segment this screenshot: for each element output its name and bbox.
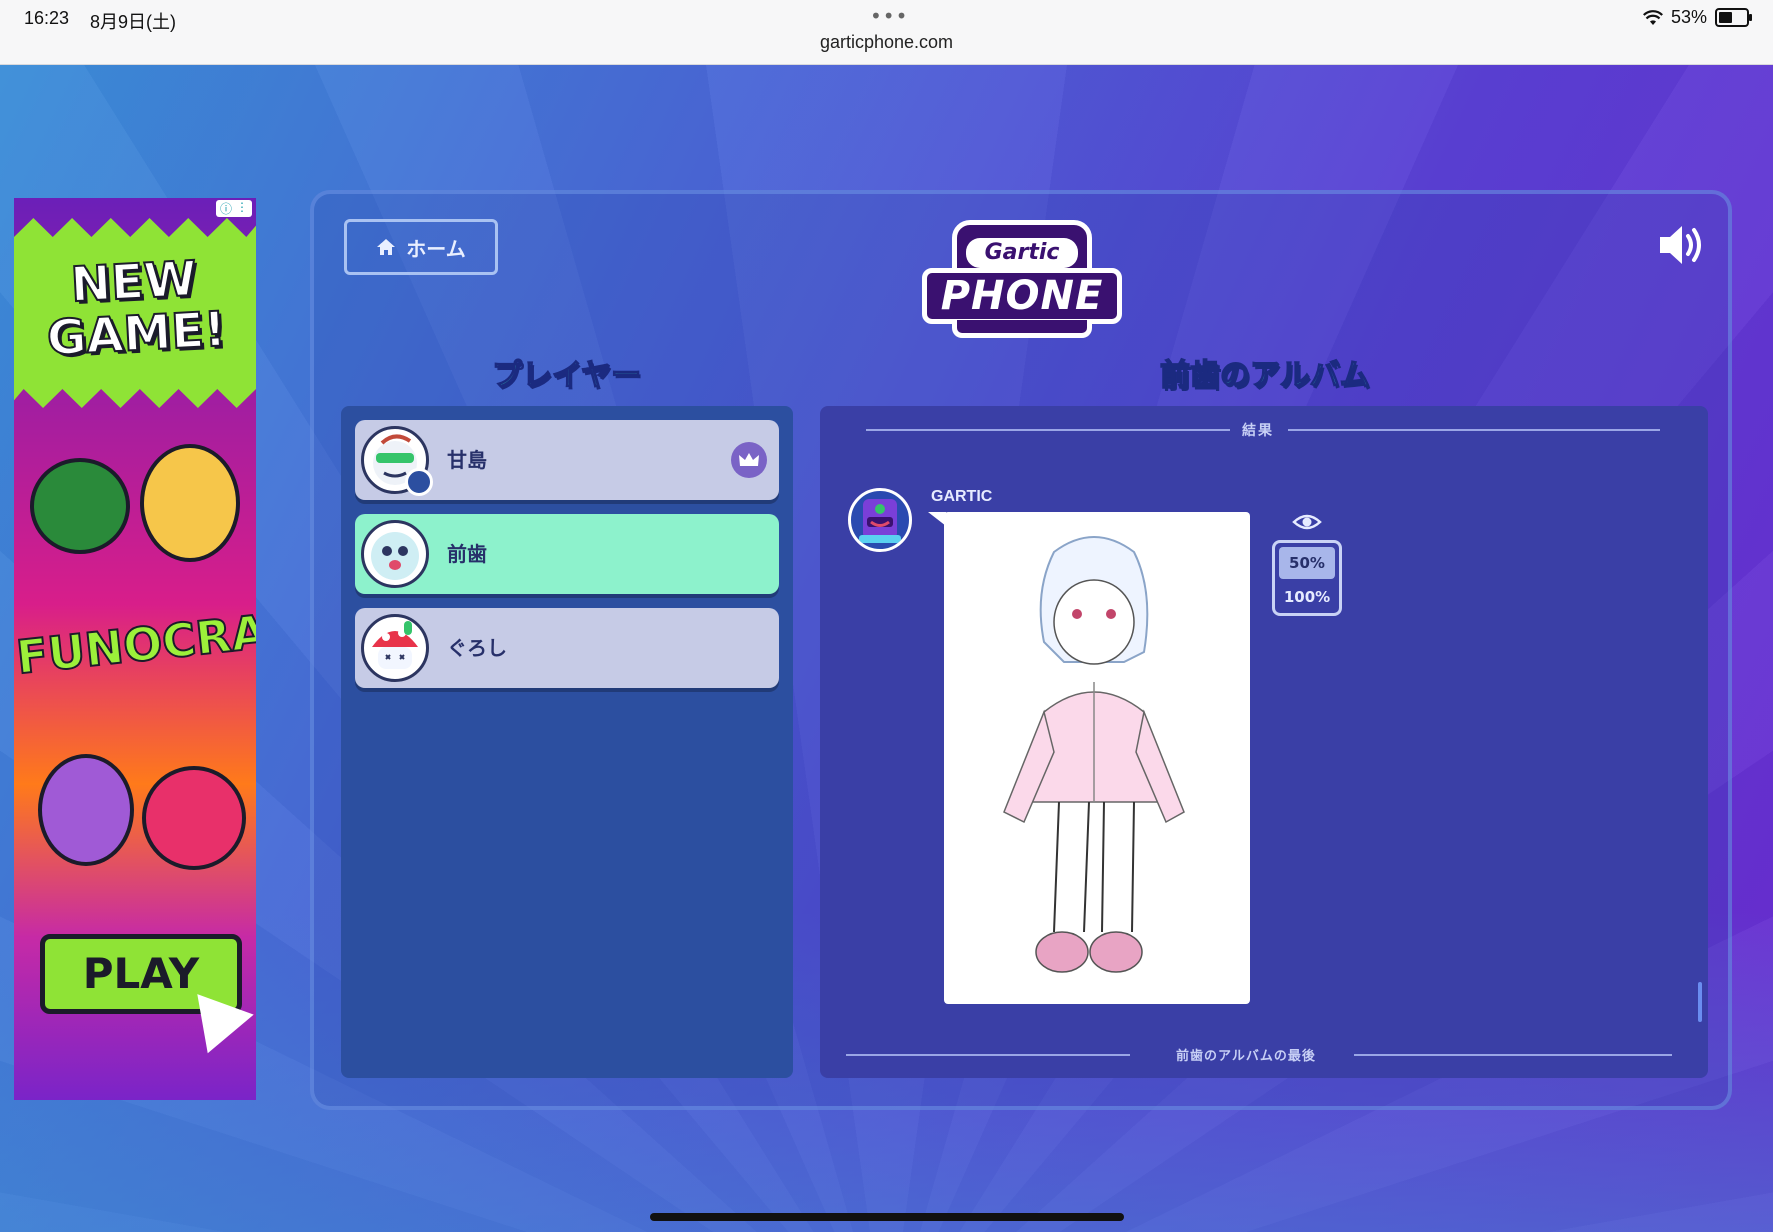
ad-info-badge[interactable]: ⓘ ⋮ [215, 200, 252, 217]
logo-phone-text: PHONE [922, 268, 1122, 324]
battery-icon [1715, 8, 1752, 27]
status-time: 16:23 [24, 8, 70, 28]
player-item[interactable]: ぐろし [355, 608, 779, 688]
player-avatar [361, 614, 429, 682]
thumbs-up-character [30, 458, 130, 554]
players-title: プレイヤー [491, 357, 642, 394]
album-panel: 結果 GARTIC 50% 100% 前歯のアルバムの最後 [820, 406, 1708, 1078]
address-bar-url[interactable]: garticphone.com [0, 32, 1773, 53]
player-avatar [361, 520, 429, 588]
album-end-label: 前歯のアルバムの最後 [1176, 1049, 1316, 1064]
album-drawing [944, 512, 1250, 1004]
player-name: ぐろし [447, 636, 507, 660]
ad-headline: NEW GAME! [45, 250, 229, 368]
player-item-host[interactable]: 甘島 [355, 420, 779, 500]
divider-line [866, 429, 1230, 431]
logo-gartic-text: Gartic [966, 238, 1078, 268]
mushroom-character-icon [372, 621, 418, 669]
home-label: ホーム [406, 236, 466, 261]
ad-menu-icon[interactable]: ⋮ [236, 200, 248, 217]
user-icon [405, 468, 433, 496]
battery-percent: 53% [1670, 7, 1707, 27]
sound-icon[interactable] [1656, 222, 1708, 268]
gartic-phone-logo: Gartic PHONE [922, 220, 1122, 340]
divider-line [1354, 1054, 1672, 1056]
crown-icon [731, 442, 767, 478]
home-icon [377, 239, 396, 255]
album-scrollbar[interactable] [1698, 982, 1702, 1022]
angry-face-character [142, 766, 246, 870]
ad-brand: FUNOCRACY [14, 596, 256, 685]
gartic-avatar [848, 488, 912, 552]
bearded-character [38, 754, 134, 866]
zoom-option-100[interactable]: 100% [1279, 581, 1335, 613]
divider-line [1288, 429, 1660, 431]
wifi-icon [1642, 9, 1663, 25]
ad-banner[interactable]: ⓘ ⋮ NEW GAME! FUNOCRACY PLAY [14, 198, 256, 1100]
status-right: 53% [1642, 7, 1752, 28]
player-name: 前歯 [447, 542, 487, 566]
player-item-active[interactable]: 前歯 [355, 514, 779, 594]
character-sketch [1003, 536, 1185, 973]
album-title: 前歯のアルバム [1159, 357, 1370, 394]
status-date: 8月9日(土) [90, 12, 177, 32]
home-button[interactable]: ホーム [344, 219, 498, 275]
result-label: 結果 [1242, 423, 1274, 439]
divider-line [846, 1054, 1130, 1056]
zoom-option-50[interactable]: 50% [1279, 547, 1335, 579]
ghost-character-icon [371, 532, 419, 580]
browser-status-bar: 16:23 8月9日(土) ••• garticphone.com 53% [0, 0, 1773, 65]
players-list: 甘島 前歯 ぐろし [341, 406, 793, 1078]
logo-base-shape [952, 320, 1092, 338]
blonde-character [140, 444, 240, 562]
phone-character-icon [859, 499, 901, 543]
eye-icon[interactable] [1292, 510, 1322, 534]
home-indicator[interactable] [650, 1213, 1124, 1221]
zoom-selector: 50% 100% [1272, 540, 1342, 616]
player-name: 甘島 [447, 448, 487, 472]
info-icon[interactable]: ⓘ [220, 200, 232, 217]
album-author: GARTIC [931, 488, 993, 505]
more-dots-icon[interactable]: ••• [870, 4, 908, 28]
